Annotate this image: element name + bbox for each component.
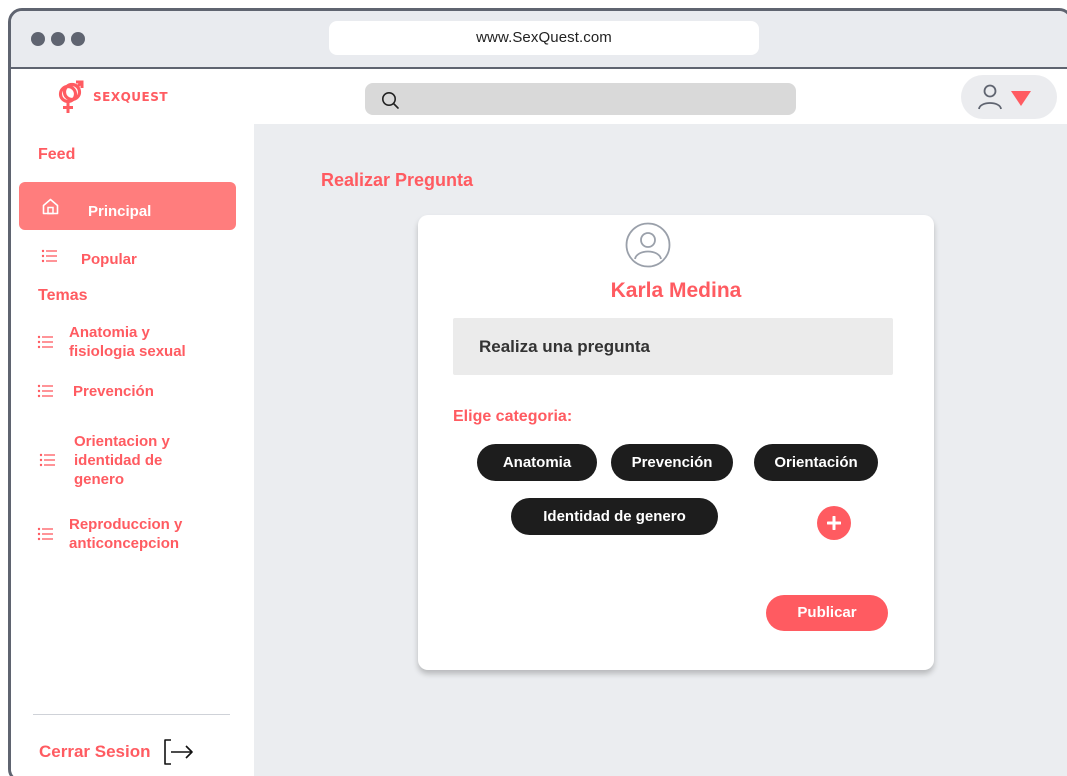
user-menu-button[interactable] [961, 75, 1057, 119]
window-dot[interactable] [51, 32, 65, 46]
user-icon [978, 84, 1002, 110]
category-chip-identidad[interactable]: Identidad de genero [511, 498, 718, 535]
browser-window: www.SexQuest.com SEXQUEST Feed Principal… [8, 8, 1067, 776]
question-input[interactable] [453, 318, 893, 375]
window-dot[interactable] [31, 32, 45, 46]
url-bar[interactable]: www.SexQuest.com [329, 21, 759, 55]
sidebar: Feed Principal Popular Temas Anatomia y … [11, 124, 254, 776]
sidebar-item-label: Anatomia y fisiologia sexual [69, 324, 186, 360]
logout-icon [163, 739, 193, 765]
sidebar-item-label: Prevención [73, 382, 154, 400]
app-header: SEXQUEST [11, 71, 1067, 124]
logout-button[interactable]: Cerrar Sesion [39, 737, 195, 767]
publish-button[interactable]: Publicar [766, 595, 888, 631]
sidebar-item-anatomia[interactable]: Anatomia y fisiologia sexual [19, 322, 236, 362]
add-category-button[interactable] [817, 506, 851, 540]
sidebar-item-label: Reproduccion y anticoncepcion [69, 516, 183, 552]
logo-text: SEXQUEST [93, 90, 169, 104]
sidebar-item-label: Principal [88, 202, 152, 220]
page-title: Realizar Pregunta [321, 170, 474, 190]
list-icon [37, 335, 53, 349]
search-icon [382, 92, 399, 109]
list-icon [37, 527, 53, 541]
sidebar-item-label: Popular [81, 250, 137, 268]
list-icon [39, 453, 55, 467]
sidebar-item-orientacion[interactable]: Orientacion y identidad de genero [19, 430, 236, 490]
list-icon [41, 249, 57, 263]
category-chip-anatomia[interactable]: Anatomia [477, 444, 597, 481]
window-dot[interactable] [71, 32, 85, 46]
sidebar-item-principal[interactable]: Principal [19, 182, 236, 230]
logout-label: Cerrar Sesion [39, 742, 151, 761]
plus-icon [827, 516, 841, 530]
topics-section-title: Temas [38, 287, 88, 304]
sidebar-item-popular[interactable]: Popular [19, 245, 236, 268]
sidebar-item-label: Orientacion y identidad de genero [74, 432, 170, 488]
feed-section-title: Feed [38, 146, 76, 163]
gender-symbol-icon [58, 80, 84, 113]
chevron-down-icon [1011, 91, 1031, 106]
question-card: Karla Medina Elige categoria: Anatomia P… [418, 215, 934, 670]
home-icon [42, 198, 59, 214]
sidebar-item-reproduccion[interactable]: Reproduccion y anticoncepcion [19, 514, 236, 554]
app-logo[interactable]: SEXQUEST [55, 79, 168, 115]
sidebar-divider [33, 714, 230, 715]
user-name: Karla Medina [610, 279, 742, 302]
browser-titlebar: www.SexQuest.com [11, 11, 1067, 69]
category-chip-orientacion[interactable]: Orientación [754, 444, 878, 481]
avatar-icon [625, 222, 671, 268]
category-chip-prevencion[interactable]: Prevención [611, 444, 733, 481]
list-icon [37, 384, 53, 398]
search-bar[interactable] [365, 83, 796, 115]
category-label: Elige categoria: [453, 408, 573, 425]
main-content: Realizar Pregunta Karla Medina Elige cat… [254, 124, 1067, 776]
sidebar-item-prevencion[interactable]: Prevención [19, 380, 236, 402]
